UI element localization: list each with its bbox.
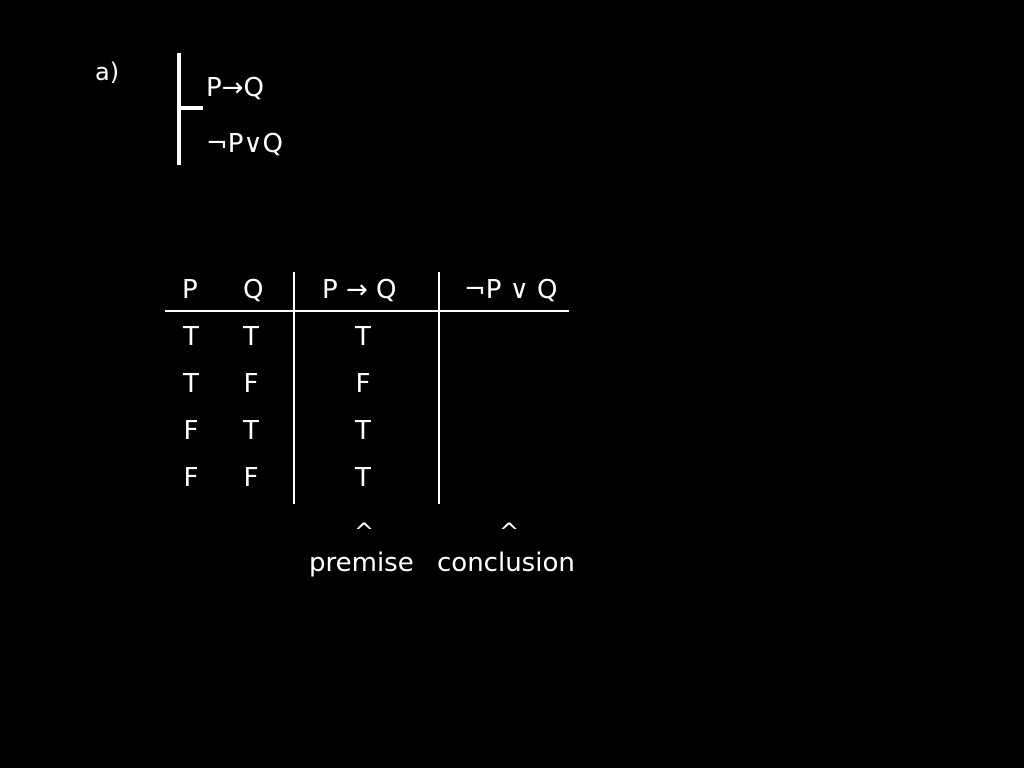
premise-caret: ^ — [353, 518, 375, 546]
header-premise: P → Q — [322, 275, 397, 305]
table-cell: F — [243, 463, 259, 493]
problem-label: a) — [95, 58, 120, 86]
header-p: P — [182, 275, 198, 305]
table-cell: T — [355, 463, 371, 493]
table-cell: T — [183, 369, 199, 399]
premise-formula: P→Q — [206, 73, 264, 103]
fitch-premise-divider — [177, 106, 203, 110]
table-header-rule — [165, 310, 569, 312]
conclusion-caret: ^ — [498, 518, 520, 546]
conclusion-formula: ¬P∨Q — [206, 129, 283, 159]
premise-label: premise — [309, 548, 414, 578]
header-conclusion: ¬P ∨ Q — [464, 275, 558, 305]
table-column-divider — [438, 272, 440, 504]
header-q: Q — [243, 275, 264, 305]
table-cell: F — [183, 463, 199, 493]
table-cell: T — [243, 322, 259, 352]
table-cell: T — [243, 416, 259, 446]
table-column-divider — [293, 272, 295, 504]
table-cell: F — [183, 416, 199, 446]
table-cell: F — [243, 369, 259, 399]
table-cell: T — [355, 322, 371, 352]
conclusion-label: conclusion — [437, 548, 575, 578]
table-cell: T — [355, 416, 371, 446]
table-cell: F — [355, 369, 371, 399]
table-cell: T — [183, 322, 199, 352]
